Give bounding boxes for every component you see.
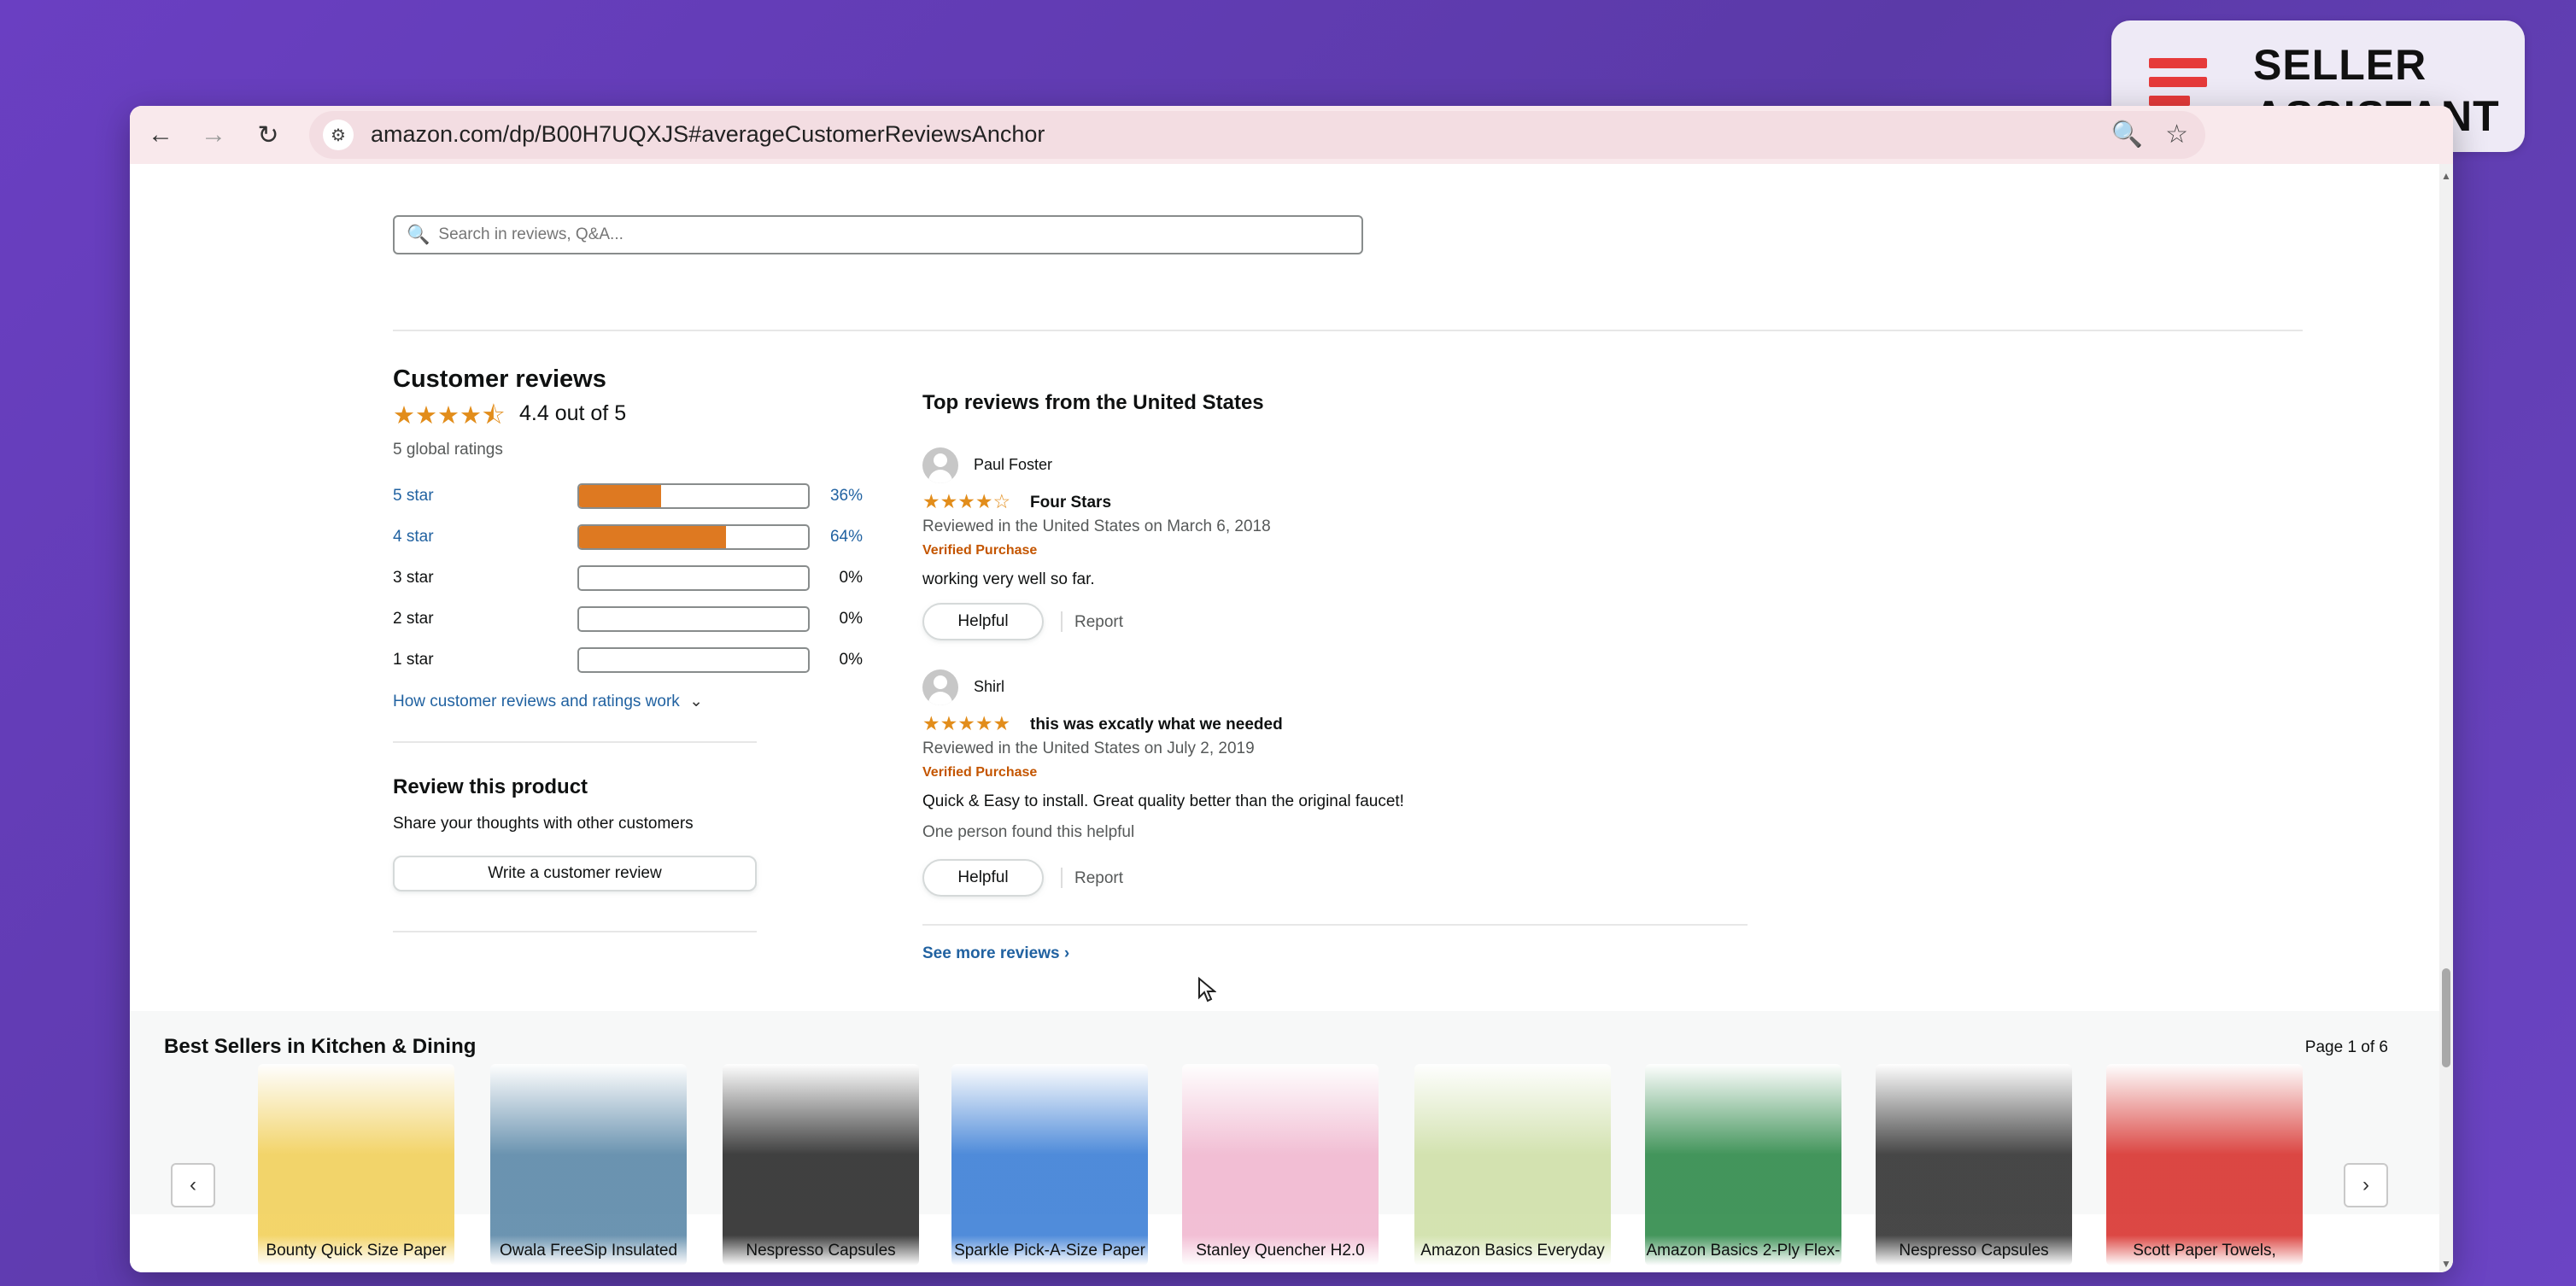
back-arrow-icon[interactable]: ←	[142, 116, 179, 154]
how-reviews-work-link[interactable]: How customer reviews and ratings work ⌄	[393, 692, 703, 711]
helpful-button[interactable]: Helpful	[922, 603, 1044, 640]
product-image[interactable]	[1645, 1064, 1841, 1266]
product-title-link[interactable]: Scott Paper Towels,	[2098, 1242, 2311, 1260]
best-sellers-title: Best Sellers in Kitchen & Dining	[164, 1035, 477, 1058]
review-headline[interactable]: Four Stars	[1030, 494, 1111, 512]
address-bar[interactable]: ⚙ amazon.com/dp/B00H7UQXJS#averageCustom…	[309, 111, 2205, 159]
search-icon: 🔍	[407, 224, 430, 245]
review-headline[interactable]: this was excatly what we needed	[1030, 716, 1283, 734]
histogram-star-label[interactable]: 5 star	[393, 487, 434, 506]
verified-purchase-badge: Verified Purchase	[922, 543, 1038, 558]
product-image[interactable]	[1876, 1064, 2072, 1266]
report-link[interactable]: Report	[1074, 613, 1123, 632]
product-title-link[interactable]: Amazon Basics Everyday	[1406, 1242, 1619, 1260]
product-title-link[interactable]: Bounty Quick Size Paper	[249, 1242, 463, 1260]
product-title-link[interactable]: Amazon Basics 2-Ply Flex-	[1636, 1242, 1850, 1260]
product-title-link[interactable]: Sparkle Pick-A-Size Paper	[943, 1242, 1156, 1260]
forward-arrow-icon[interactable]: →	[195, 116, 232, 154]
histogram-bar	[577, 647, 810, 673]
review-search-input[interactable]	[438, 225, 1344, 244]
histogram-percent[interactable]: 36%	[827, 487, 863, 506]
product-title-link[interactable]: Owala FreeSip Insulated	[482, 1242, 695, 1260]
reload-icon[interactable]: ↻	[249, 116, 287, 154]
carousel-prev-button[interactable]: ‹	[171, 1163, 215, 1207]
browser-window: ← → ↻ ⚙ amazon.com/dp/B00H7UQXJS#average…	[130, 106, 2453, 1272]
average-rating-text: 4.4 out of 5	[519, 401, 627, 425]
zoom-icon[interactable]: 🔍	[2111, 120, 2143, 149]
review-this-product-subtitle: Share your thoughts with other customers	[393, 815, 694, 833]
histogram-percent: 0%	[839, 569, 863, 587]
scroll-up-arrow-icon[interactable]: ▲	[2439, 169, 2453, 183]
divider	[1061, 611, 1063, 632]
histogram-percent[interactable]: 64%	[827, 528, 863, 547]
review-meta: Reviewed in the United States on March 6…	[922, 517, 1271, 535]
browser-toolbar: ← → ↻ ⚙ amazon.com/dp/B00H7UQXJS#average…	[130, 106, 2453, 164]
helpful-count: One person found this helpful	[922, 823, 1135, 841]
scrollbar-thumb[interactable]	[2442, 968, 2450, 1067]
site-settings-icon[interactable]: ⚙	[323, 120, 354, 150]
write-review-button[interactable]: Write a customer review	[393, 856, 757, 891]
chevron-down-icon: ⌄	[689, 693, 703, 710]
reviewer-name[interactable]: Paul Foster	[974, 456, 1052, 474]
url-text[interactable]: amazon.com/dp/B00H7UQXJS#averageCustomer…	[371, 121, 1045, 148]
vertical-scrollbar[interactable]	[2439, 164, 2453, 1272]
scroll-down-arrow-icon[interactable]: ▼	[2439, 1257, 2453, 1271]
product-image[interactable]	[723, 1064, 919, 1266]
helpful-button[interactable]: Helpful	[922, 859, 1044, 897]
reviewer-name[interactable]: Shirl	[974, 678, 1004, 696]
histogram-percent: 0%	[839, 651, 863, 669]
badge-line-1: SELLER	[2253, 41, 2427, 89]
histogram-bar[interactable]	[577, 483, 810, 509]
review-meta: Reviewed in the United States on July 2,…	[922, 739, 1255, 757]
product-image[interactable]	[490, 1064, 687, 1266]
histogram-bar	[577, 606, 810, 632]
product-title-link[interactable]: Stanley Quencher H2.0	[1174, 1242, 1387, 1260]
top-reviews-title: Top reviews from the United States	[922, 391, 1264, 414]
verified-purchase-badge: Verified Purchase	[922, 765, 1038, 780]
page-content: 🔍 Customer reviews ★★★★⯪ 4.4 out of 5 5 …	[130, 164, 2439, 1272]
review-search-box[interactable]: 🔍	[393, 215, 1363, 254]
mouse-cursor-icon	[1198, 977, 1216, 1002]
divider	[393, 330, 2303, 331]
histogram-star-label: 3 star	[393, 569, 434, 587]
review-body: Quick & Easy to install. Great quality b…	[922, 792, 1404, 810]
report-link[interactable]: Report	[1074, 869, 1123, 888]
customer-reviews-title: Customer reviews	[393, 365, 606, 393]
product-image[interactable]	[258, 1064, 454, 1266]
product-image[interactable]	[1182, 1064, 1379, 1266]
product-title-link[interactable]: Nespresso Capsules	[714, 1242, 928, 1260]
product-image[interactable]	[951, 1064, 1148, 1266]
see-more-reviews-link[interactable]: See more reviews ›	[922, 944, 1069, 963]
histogram-star-label[interactable]: 4 star	[393, 528, 434, 547]
carousel-next-button[interactable]: ›	[2344, 1163, 2388, 1207]
review-this-product-title: Review this product	[393, 775, 588, 798]
reviewer-avatar-icon	[922, 447, 958, 483]
review-stars-icon[interactable]: ★★★★★	[922, 712, 1010, 735]
divider	[1061, 868, 1063, 888]
review-stars-icon[interactable]: ★★★★☆	[922, 490, 1010, 513]
histogram-star-label: 1 star	[393, 651, 434, 669]
histogram-bar	[577, 565, 810, 591]
average-rating-stars-icon[interactable]: ★★★★⯪	[393, 398, 505, 440]
product-image[interactable]	[1414, 1064, 1611, 1266]
product-title-link[interactable]: Nespresso Capsules	[1867, 1242, 2081, 1260]
see-more-reviews-label: See more reviews	[922, 944, 1060, 962]
histogram-bar-fill	[579, 485, 662, 507]
how-reviews-work-label: How customer reviews and ratings work	[393, 693, 680, 710]
histogram-star-label: 2 star	[393, 610, 434, 628]
divider	[922, 924, 1748, 926]
reviewer-avatar-icon	[922, 669, 958, 705]
histogram-percent: 0%	[839, 610, 863, 628]
histogram-bar-fill	[579, 526, 726, 548]
global-ratings-count: 5 global ratings	[393, 441, 503, 459]
bookmark-star-icon[interactable]: ☆	[2165, 120, 2188, 149]
divider	[393, 741, 757, 743]
histogram-bar[interactable]	[577, 524, 810, 550]
divider	[393, 931, 757, 932]
review-body: working very well so far.	[922, 570, 1095, 588]
product-image[interactable]	[2106, 1064, 2303, 1266]
chevron-right-icon: ›	[1063, 944, 1070, 962]
page-indicator: Page 1 of 6	[2304, 1038, 2388, 1056]
